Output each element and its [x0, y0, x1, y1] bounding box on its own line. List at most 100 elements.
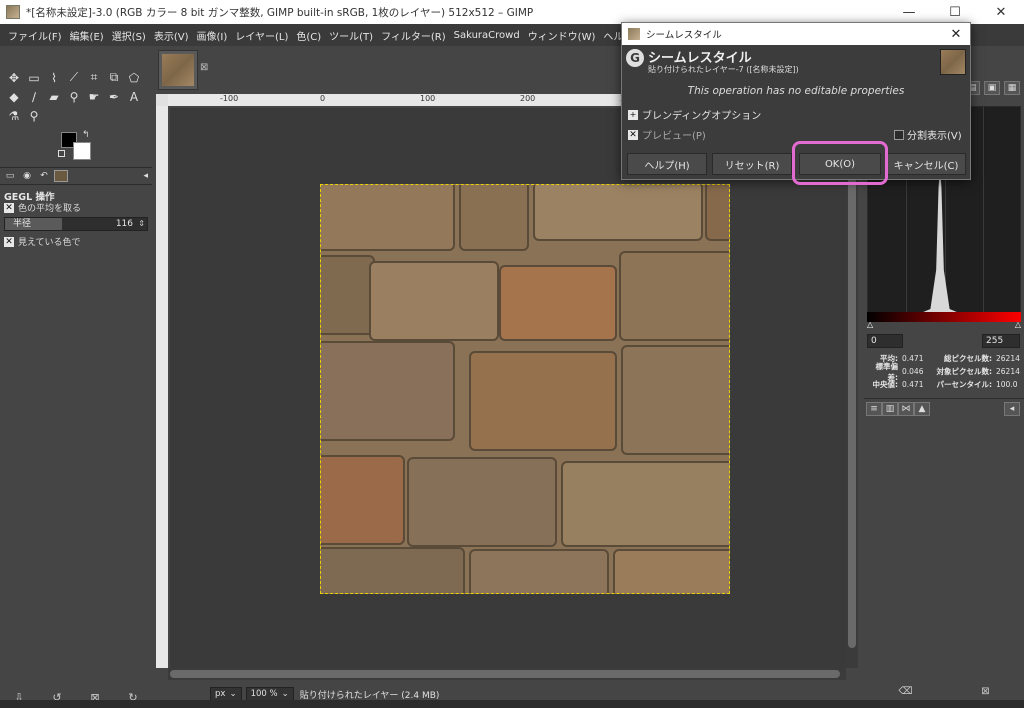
- menu-select[interactable]: 選択(S): [108, 28, 150, 43]
- image-tab[interactable]: [158, 50, 198, 90]
- zoom-icon[interactable]: ⚲: [24, 106, 44, 125]
- menu-edit[interactable]: 編集(E): [66, 28, 108, 43]
- fuzzy-select-icon[interactable]: ⟋: [64, 68, 84, 87]
- dock-menu-icon[interactable]: ◂: [1004, 402, 1020, 416]
- move-icon[interactable]: ✥: [4, 68, 24, 87]
- eraser-icon[interactable]: ▰: [44, 87, 64, 106]
- preview-label: プレビュー(P): [642, 131, 706, 142]
- split-view-option[interactable]: 分割表示(V): [894, 127, 962, 142]
- horizontal-scrollbar[interactable]: [168, 668, 846, 680]
- high-handle-icon[interactable]: △: [1015, 320, 1021, 329]
- menu-view[interactable]: 表示(V): [150, 28, 193, 43]
- layers-dock-tabs: ≡ ▥ ⋈ ▲ ◂: [864, 398, 1024, 416]
- text-icon[interactable]: A: [124, 87, 144, 106]
- smudge-icon[interactable]: ☛: [84, 87, 104, 106]
- unit-value: px: [215, 689, 226, 699]
- canvas-view[interactable]: [170, 108, 846, 668]
- stat-row: 中央値: 0.471 パーセンタイル: 100.0: [872, 380, 1018, 389]
- radius-slider[interactable]: 半径 116 ⇕: [4, 217, 148, 231]
- ruler-corner[interactable]: [156, 94, 168, 106]
- menu-windows[interactable]: ウィンドウ(W): [524, 28, 600, 43]
- histogram-range-handles[interactable]: △ △: [867, 320, 1021, 330]
- menu-tools[interactable]: ツール(T): [325, 28, 377, 43]
- menu-filters[interactable]: フィルター(R): [377, 28, 450, 43]
- os-taskbar: [0, 700, 1024, 708]
- tab-icon-4[interactable]: ▦: [1004, 81, 1020, 95]
- warning-tab-icon[interactable]: ▲: [914, 402, 930, 416]
- reset-button[interactable]: リセット(R): [712, 153, 792, 175]
- split-view-label: 分割表示(V): [907, 131, 962, 142]
- tab-icon-3[interactable]: ▣: [984, 81, 1000, 95]
- help-button[interactable]: ヘルプ(H): [627, 153, 707, 175]
- images-tab-icon[interactable]: [54, 170, 68, 182]
- color-picker-icon[interactable]: ⚗: [4, 106, 24, 125]
- crop-icon[interactable]: ⌗: [84, 68, 104, 87]
- vertical-scrollbar-thumb[interactable]: [848, 108, 856, 648]
- bucket-fill-icon[interactable]: ◆: [4, 87, 24, 106]
- cancel-button[interactable]: キャンセル(C): [886, 153, 966, 175]
- menu-layer[interactable]: レイヤー(L): [231, 28, 292, 43]
- visible-color-label: 見えている色で: [18, 238, 81, 248]
- horizontal-scrollbar-thumb[interactable]: [170, 670, 840, 678]
- low-handle-icon[interactable]: △: [867, 320, 873, 329]
- preview-checkbox[interactable]: ✕: [628, 129, 638, 140]
- dialog-close-button[interactable]: ✕: [942, 27, 970, 42]
- toolbox-panel: ✥ ▭ ⌇ ⟋ ⌗ ⧉ ⬠ ◆ ∕ ▰ ⚲ ☛ ✒ A ⚗ ⚲ ↰ ▭ ◉ ↶ …: [0, 46, 152, 708]
- delete-icon[interactable]: ⊠: [981, 686, 989, 700]
- menu-image[interactable]: 画像(I): [193, 28, 232, 43]
- paths-tab-icon[interactable]: ⋈: [898, 402, 914, 416]
- status-message: 貼り付けられたレイヤー (2.4 MB): [299, 690, 440, 701]
- minimize-button[interactable]: —: [886, 0, 932, 24]
- menu-colors[interactable]: 色(C): [292, 28, 325, 43]
- reset-colors-icon[interactable]: [58, 150, 65, 157]
- histogram-stats: 平均: 0.471 総ピクセル数: 26214 標準偏差: 0.046 対象ピク…: [866, 352, 1024, 391]
- average-color-checkbox[interactable]: ✕: [4, 202, 14, 213]
- background-color-swatch[interactable]: [73, 142, 91, 160]
- ruler-mark: 0: [320, 94, 326, 103]
- maximize-button[interactable]: ☐: [932, 0, 978, 24]
- preview-option[interactable]: ✕ プレビュー(P): [628, 127, 706, 142]
- layers-panel[interactable]: [864, 416, 1024, 686]
- range-low-input[interactable]: 0: [867, 334, 903, 348]
- average-color-option[interactable]: ✕ 色の平均を取る: [4, 201, 81, 214]
- zoom-value: 100 %: [250, 689, 278, 699]
- clear-icon[interactable]: ⌫: [898, 686, 912, 700]
- radius-value[interactable]: 116: [116, 218, 133, 230]
- dialog-window-title: シームレスタイル: [646, 30, 722, 41]
- menu-file[interactable]: ファイル(F): [4, 28, 66, 43]
- clone-icon[interactable]: ⚲: [64, 87, 84, 106]
- layers-bottom-bar: ⌫ ⊠: [864, 686, 1024, 700]
- gimp-app-icon: [6, 5, 20, 19]
- layers-tab-icon[interactable]: ≡: [866, 402, 882, 416]
- path-icon[interactable]: ✒: [104, 87, 124, 106]
- radius-spinner-icon[interactable]: ⇕: [138, 218, 145, 230]
- device-status-tab-icon[interactable]: ◉: [20, 170, 34, 182]
- histogram-gradient-bar: [867, 312, 1021, 322]
- paintbrush-icon[interactable]: ∕: [24, 87, 44, 106]
- zoom-select[interactable]: 100 % ⌄: [245, 687, 294, 701]
- dock-menu-icon[interactable]: ◂: [143, 171, 148, 181]
- split-view-checkbox[interactable]: [894, 129, 904, 140]
- transform-icon[interactable]: ⧉: [104, 68, 124, 87]
- swap-colors-icon[interactable]: ↰: [82, 130, 90, 140]
- radius-label: 半径: [13, 219, 32, 229]
- perspective-icon[interactable]: ⬠: [124, 68, 144, 87]
- rect-select-icon[interactable]: ▭: [24, 68, 44, 87]
- close-button[interactable]: ✕: [978, 0, 1024, 24]
- menu-sakuracrowd[interactable]: SakuraCrowd: [450, 30, 524, 41]
- undo-history-tab-icon[interactable]: ↶: [37, 170, 51, 182]
- tool-options-tab-icon[interactable]: ▭: [3, 170, 17, 182]
- range-high-input[interactable]: 255: [982, 334, 1020, 348]
- unit-select[interactable]: px ⌄: [210, 687, 242, 701]
- plus-icon[interactable]: +: [628, 109, 638, 120]
- visible-color-checkbox[interactable]: ✕: [4, 236, 14, 247]
- blending-options-expander[interactable]: + ブレンディングオプション: [628, 107, 761, 122]
- visible-color-option[interactable]: ✕ 見えている色で: [4, 235, 81, 248]
- dialog-subheading: 貼り付けられたレイヤー-7 ([名称未設定]): [648, 65, 799, 74]
- window-title: *[名称未設定]-3.0 (RGB カラー 8 bit ガンマ整数, GIMP …: [26, 6, 534, 19]
- channels-tab-icon[interactable]: ▥: [882, 402, 898, 416]
- vertical-ruler[interactable]: [156, 106, 168, 668]
- free-select-icon[interactable]: ⌇: [44, 68, 64, 87]
- image-tab-close-icon[interactable]: ⊠: [200, 62, 208, 73]
- stone-wall-image[interactable]: [320, 184, 730, 594]
